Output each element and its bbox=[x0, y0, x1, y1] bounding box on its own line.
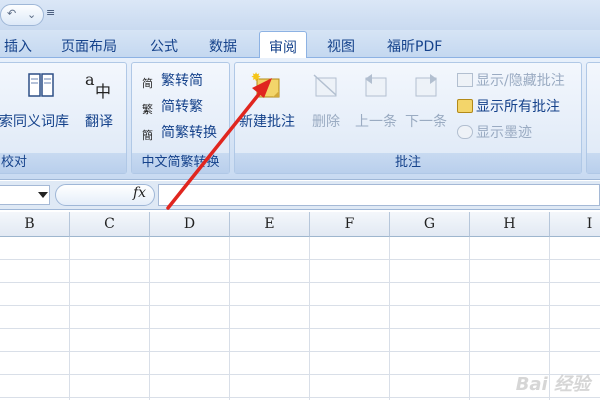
tab-insert[interactable]: 插入 bbox=[4, 36, 32, 56]
ribbon: 索 同义词库 a 中 翻译 校对 简繁转简 繁简转繁 簡 简繁转换 中文简繁转换… bbox=[0, 58, 600, 180]
to-simplified-label: 繁转简 bbox=[161, 73, 203, 89]
grid-line bbox=[149, 237, 150, 400]
proofing-group-label: 校对 bbox=[0, 153, 126, 173]
tab-data[interactable]: 数据 bbox=[209, 36, 237, 56]
delete-comment-icon bbox=[313, 74, 337, 97]
research-button[interactable]: 索 bbox=[0, 69, 13, 131]
show-ink-label: 显示墨迹 bbox=[476, 125, 532, 141]
delete-label: 删除 bbox=[312, 114, 340, 130]
insert-function-button[interactable]: fx bbox=[133, 185, 146, 201]
column-header-h[interactable]: H bbox=[470, 212, 550, 237]
undo-button[interactable]: ↶ ⌄ bbox=[0, 4, 44, 26]
grid-line bbox=[0, 259, 600, 260]
customize-toolbar-icon[interactable]: ≡ bbox=[46, 6, 55, 19]
column-header-c[interactable]: C bbox=[70, 212, 150, 237]
book-icon bbox=[28, 73, 54, 97]
column-header-f[interactable]: F bbox=[310, 212, 390, 237]
grid-line bbox=[0, 328, 600, 329]
previous-label: 上一条 bbox=[355, 114, 397, 130]
show-hide-comment-icon bbox=[457, 73, 473, 87]
column-header-d[interactable]: D bbox=[150, 212, 230, 237]
comments-group: ✸ 新建批注 删除 上一条 下一条 显示/隐藏批注 显示所有批注 显示墨迹 批注 bbox=[234, 62, 582, 174]
column-header-b[interactable]: B bbox=[0, 212, 70, 237]
tab-review[interactable]: 审阅 bbox=[259, 31, 307, 59]
tab-view[interactable]: 视图 bbox=[327, 36, 355, 56]
grid-line bbox=[0, 305, 600, 306]
translate-icon: a 中 bbox=[85, 70, 111, 101]
delete-comment-button[interactable]: 删除 bbox=[310, 69, 342, 131]
next-comment-button[interactable]: 下一条 bbox=[405, 69, 447, 131]
svg-text:a: a bbox=[85, 70, 95, 89]
changes-group-label bbox=[587, 153, 600, 173]
chevron-down-icon: ⌄ bbox=[27, 8, 37, 21]
new-comment-button[interactable]: ✸ 新建批注 bbox=[239, 69, 295, 131]
translate-label: 翻译 bbox=[85, 114, 113, 130]
chinese-conversion-group-label: 中文简繁转换 bbox=[132, 153, 229, 173]
previous-comment-button[interactable]: 上一条 bbox=[355, 69, 397, 131]
tab-page-layout[interactable]: 页面布局 bbox=[61, 36, 117, 56]
show-ink-button[interactable]: 显示墨迹 bbox=[457, 122, 532, 142]
previous-comment-icon bbox=[365, 74, 387, 97]
simplified-icon: 简 bbox=[142, 77, 153, 90]
show-all-comments-icon bbox=[457, 99, 473, 113]
grid-line bbox=[229, 237, 230, 400]
ribbon-tabs: 插入 页面布局 公式 数据 审阅 视图 福昕PDF bbox=[0, 30, 600, 59]
next-comment-icon bbox=[415, 74, 437, 97]
conversion-icon: 簡 bbox=[142, 129, 153, 142]
watermark: Bai 经验 bbox=[515, 374, 590, 395]
grid-line bbox=[0, 351, 600, 352]
column-header-e[interactable]: E bbox=[230, 212, 310, 237]
spreadsheet-grid[interactable]: B C D E F G H I bbox=[0, 212, 600, 400]
name-box-dropdown-icon[interactable] bbox=[38, 192, 48, 198]
svg-text:中: 中 bbox=[95, 82, 111, 101]
formula-input[interactable] bbox=[158, 184, 600, 206]
thesaurus-button[interactable]: 同义词库 bbox=[13, 69, 69, 131]
conversion-label: 简繁转换 bbox=[161, 125, 217, 141]
thesaurus-label: 同义词库 bbox=[13, 114, 69, 130]
next-label: 下一条 bbox=[405, 114, 447, 130]
column-header-i[interactable]: I bbox=[550, 212, 600, 237]
quick-access-toolbar: ↶ ⌄ ≡ bbox=[0, 0, 600, 30]
simplified-to-traditional-button[interactable]: 繁简转繁 bbox=[142, 96, 203, 116]
show-all-comments-button[interactable]: 显示所有批注 bbox=[457, 96, 560, 116]
comments-group-label: 批注 bbox=[235, 153, 581, 173]
tab-formulas[interactable]: 公式 bbox=[150, 36, 178, 56]
proofing-group: 索 同义词库 a 中 翻译 校对 bbox=[0, 62, 127, 174]
to-traditional-label: 简转繁 bbox=[161, 99, 203, 115]
grid-line bbox=[389, 237, 390, 400]
column-header-g[interactable]: G bbox=[390, 212, 470, 237]
traditional-icon: 繁 bbox=[142, 103, 153, 116]
formula-bar: fx bbox=[0, 181, 600, 210]
show-hide-comment-button[interactable]: 显示/隐藏批注 bbox=[457, 70, 565, 90]
traditional-to-simplified-button[interactable]: 简繁转简 bbox=[142, 70, 203, 90]
conversion-button[interactable]: 簡简繁转换 bbox=[142, 122, 217, 142]
chinese-conversion-group: 简繁转简 繁简转繁 簡简繁转换 中文简繁转换 bbox=[131, 62, 230, 174]
translate-button[interactable]: a 中 翻译 bbox=[83, 69, 115, 131]
show-all-label: 显示所有批注 bbox=[476, 99, 560, 115]
tab-foxit-pdf[interactable]: 福昕PDF bbox=[387, 36, 442, 56]
grid-line bbox=[0, 374, 600, 375]
grid-line bbox=[309, 237, 310, 400]
grid-line bbox=[69, 237, 70, 400]
new-comment-icon: ✸ bbox=[251, 70, 280, 98]
research-label: 索 bbox=[0, 114, 13, 130]
grid-line bbox=[0, 397, 600, 398]
svg-text:✸: ✸ bbox=[251, 70, 261, 84]
undo-icon: ↶ bbox=[7, 7, 17, 20]
show-hide-label: 显示/隐藏批注 bbox=[476, 73, 565, 89]
show-ink-icon bbox=[457, 125, 473, 139]
grid-line bbox=[0, 282, 600, 283]
new-comment-label: 新建批注 bbox=[239, 114, 295, 130]
changes-group bbox=[586, 62, 600, 174]
grid-line bbox=[469, 237, 470, 400]
